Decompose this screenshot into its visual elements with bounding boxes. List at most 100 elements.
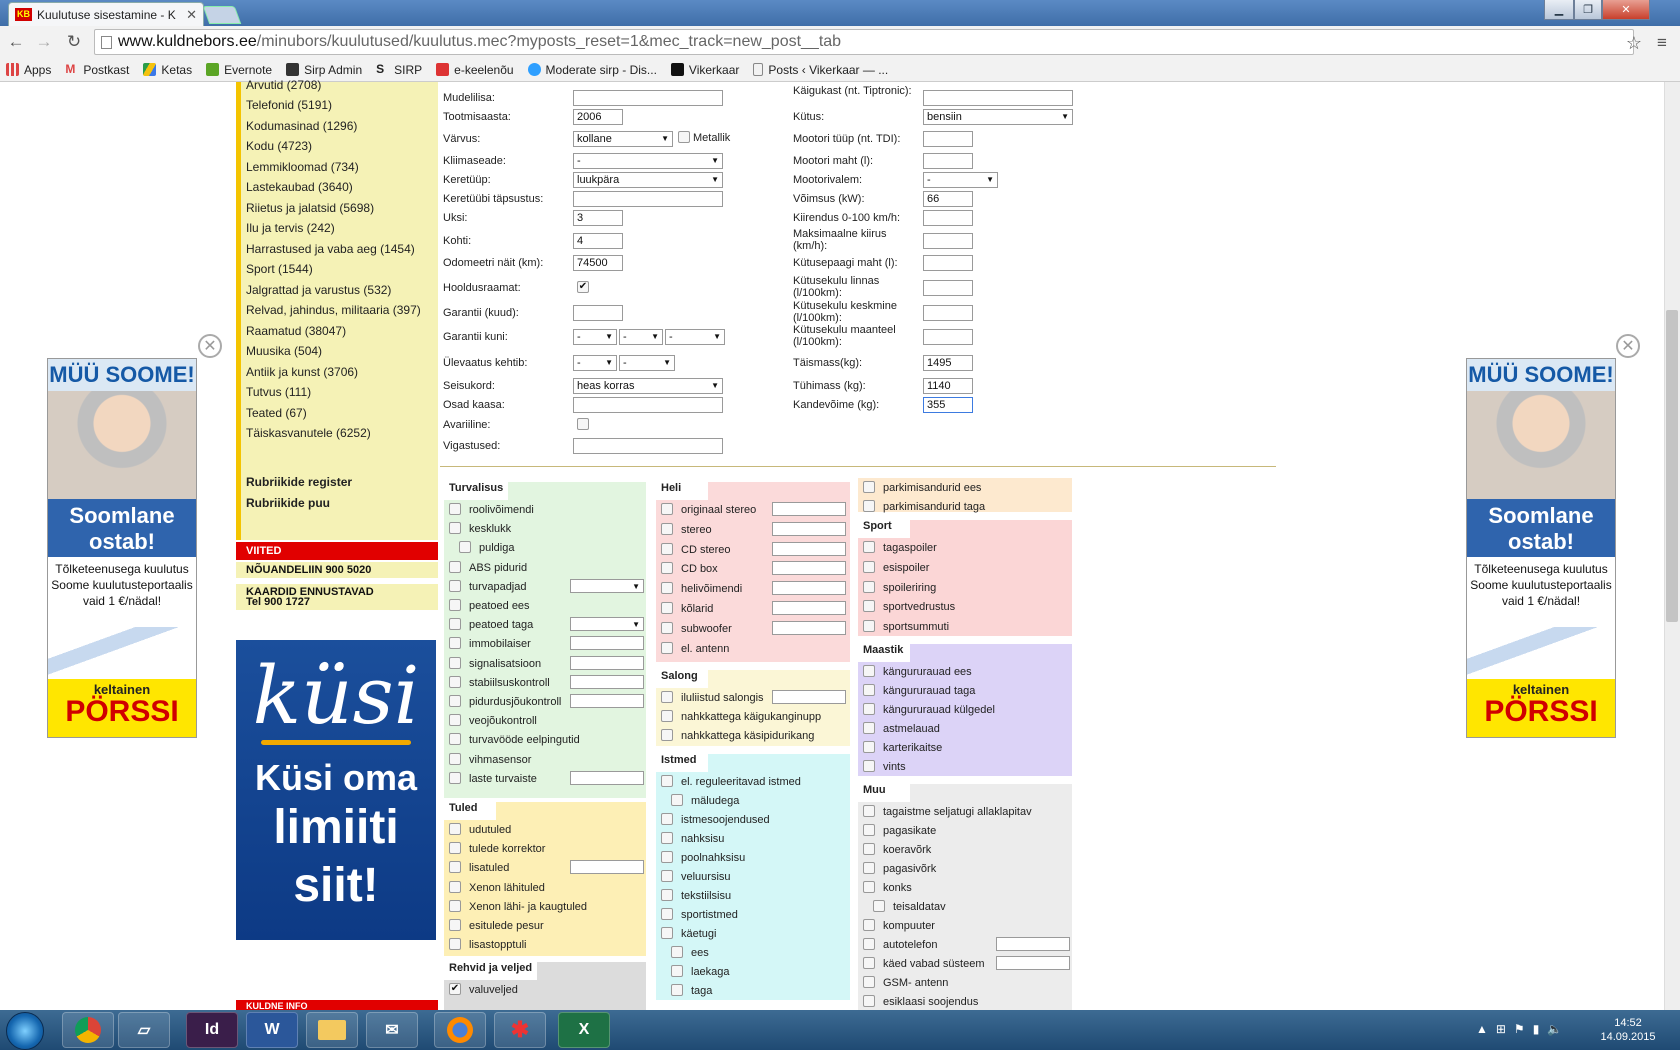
feature-checkbox-veluursisu[interactable] bbox=[661, 870, 673, 882]
mootori-tuup-nt-tdi-input[interactable] bbox=[923, 131, 973, 147]
bookmark-moderate-sirp[interactable]: Moderate sirp - Dis... bbox=[527, 63, 657, 77]
kutusekulu-keskmine-l-100km-input[interactable] bbox=[923, 305, 973, 321]
category-link-riietus-ja-jalatsid[interactable]: Riietus ja jalatsid (5698) bbox=[246, 201, 374, 215]
feature-input-pidurdusjoukontroll[interactable] bbox=[570, 694, 644, 708]
feature-checkbox-kangururauad-taga[interactable] bbox=[863, 684, 875, 696]
minimize-icon[interactable]: ▁ bbox=[1544, 0, 1574, 20]
close-tab-icon[interactable]: ✕ bbox=[186, 7, 197, 23]
feature-checkbox-tulede-korrektor[interactable] bbox=[449, 842, 461, 855]
feature-checkbox-originaal-stereo[interactable] bbox=[661, 503, 673, 515]
soome-ad-left[interactable]: MÜÜ SOOME! Soomlane ostab! Tõlketeenusega… bbox=[47, 358, 197, 738]
category-link-telefonid[interactable]: Telefonid (5191) bbox=[246, 98, 332, 112]
feature-checkbox-esitulede-pesur[interactable] bbox=[449, 919, 461, 931]
category-link-raamatud[interactable]: Raamatud (38047) bbox=[246, 324, 346, 338]
browser-tab[interactable]: KB Kuulutuse sisestamine - K ✕ bbox=[8, 2, 204, 26]
feature-checkbox-taga[interactable] bbox=[671, 984, 683, 996]
feature-input-kolarid[interactable] bbox=[772, 601, 846, 615]
feature-checkbox-tagaistme-seljatugi-allaklapitav[interactable] bbox=[863, 805, 875, 817]
feature-checkbox-pagasikate[interactable] bbox=[863, 824, 875, 836]
firefox-taskbar-icon[interactable] bbox=[434, 1012, 486, 1048]
feature-input-immobilaiser[interactable] bbox=[570, 636, 644, 651]
feature-checkbox-sportistmed[interactable] bbox=[661, 908, 673, 920]
bookmark-star-icon[interactable]: ☆ bbox=[1622, 31, 1646, 55]
feature-checkbox-esiklaasi-soojendus[interactable] bbox=[863, 995, 875, 1007]
feature-checkbox-cd-box[interactable] bbox=[661, 562, 673, 575]
kandevoime-kg-input[interactable]: 355 bbox=[923, 397, 973, 413]
feature-input-iluliistud-salongis[interactable] bbox=[772, 690, 846, 704]
mootorivalem-select[interactable]: - bbox=[923, 172, 998, 188]
category-link-kodumasinad[interactable]: Kodumasinad (1296) bbox=[246, 119, 357, 133]
feature-checkbox-tekstiilsisu[interactable] bbox=[661, 889, 673, 901]
feature-checkbox-sportsummuti[interactable] bbox=[863, 620, 875, 633]
bookmark-apps[interactable]: Apps bbox=[6, 63, 51, 77]
feature-checkbox-pidurdusjoukontroll[interactable] bbox=[449, 695, 461, 707]
feature-checkbox-subwoofer[interactable] bbox=[661, 621, 673, 634]
category-link-lemmikloomad[interactable]: Lemmikloomad (734) bbox=[246, 160, 359, 174]
feature-checkbox-stereo[interactable] bbox=[661, 522, 673, 535]
voimsus-kw-input[interactable]: 66 bbox=[923, 191, 973, 207]
feature-input-laste-turvaiste[interactable] bbox=[570, 770, 644, 785]
feature-checkbox-laekaga[interactable] bbox=[671, 965, 683, 977]
viited-link-nouandeliin[interactable]: NÕUANDELIIN 900 5020 bbox=[236, 562, 438, 578]
feature-checkbox-teisaldatav[interactable] bbox=[873, 900, 885, 912]
feature-checkbox-vints[interactable] bbox=[863, 760, 875, 772]
feature-input-lisatuled[interactable] bbox=[570, 860, 644, 875]
category-link-lastekaubad[interactable]: Lastekaubad (3640) bbox=[246, 180, 353, 194]
feature-select-peatoed-taga[interactable] bbox=[570, 617, 644, 632]
ulevaatus-kehtib-select-1[interactable]: - bbox=[573, 355, 617, 371]
feature-input-helivoimendi[interactable] bbox=[772, 581, 846, 596]
feature-checkbox-kaed-vabad-susteem[interactable] bbox=[863, 957, 875, 969]
indesign-taskbar-icon[interactable]: Id bbox=[186, 1012, 238, 1048]
kutusekulu-linnas-l-100km-input[interactable] bbox=[923, 280, 973, 296]
bookmark-postkast[interactable]: M Postkast bbox=[65, 63, 129, 77]
feature-input-stabiilsuskontroll[interactable] bbox=[570, 674, 644, 689]
forward-arrow-icon[interactable]: → bbox=[32, 30, 56, 54]
feature-checkbox-parkimisandurid-ees[interactable] bbox=[863, 481, 875, 493]
close-ad-right-icon[interactable]: ✕ bbox=[1616, 334, 1640, 358]
category-link-teated[interactable]: Teated (67) bbox=[246, 406, 307, 420]
feature-checkbox-vihmasensor[interactable] bbox=[449, 752, 461, 765]
feature-checkbox-stabiilsuskontroll[interactable] bbox=[449, 675, 461, 688]
feature-input-signalisatsioon[interactable] bbox=[570, 655, 644, 670]
feature-checkbox-el-antenn[interactable] bbox=[661, 641, 673, 654]
close-window-icon[interactable]: ✕ bbox=[1602, 0, 1650, 20]
garantii-kuni-select-2[interactable]: - bbox=[619, 329, 663, 345]
metallik-checkbox[interactable] bbox=[678, 131, 690, 143]
mudelilisa-input[interactable] bbox=[573, 90, 723, 106]
feature-checkbox-karterikaitse[interactable] bbox=[863, 741, 875, 753]
vigastused-input[interactable] bbox=[573, 438, 723, 454]
keretuubi-tapsustus-input[interactable] bbox=[573, 191, 723, 207]
category-link-taiskasvanutele[interactable]: Täiskasvanutele (6252) bbox=[246, 426, 371, 440]
avariiline-checkbox[interactable] bbox=[577, 418, 589, 430]
category-link-muusika[interactable]: Muusika (504) bbox=[246, 344, 322, 358]
word-taskbar-icon[interactable]: W bbox=[246, 1012, 298, 1048]
bookmark-evernote[interactable]: Evernote bbox=[206, 63, 272, 77]
notepad-taskbar-icon[interactable]: ▱ bbox=[118, 1012, 170, 1048]
feature-checkbox-poolnahksisu[interactable] bbox=[661, 851, 673, 863]
feature-checkbox-helivoimendi[interactable] bbox=[661, 582, 673, 595]
feature-checkbox-sportvedrustus[interactable] bbox=[863, 600, 875, 613]
category-link-sport[interactable]: Sport (1544) bbox=[246, 262, 313, 276]
feature-input-cd-stereo[interactable] bbox=[772, 541, 846, 556]
feature-checkbox-kesklukk[interactable] bbox=[449, 522, 461, 535]
varvus-select[interactable]: kollane bbox=[573, 131, 673, 147]
feature-input-autotelefon[interactable] bbox=[996, 937, 1070, 951]
feature-checkbox-istmesoojendused[interactable] bbox=[661, 813, 673, 825]
start-button[interactable] bbox=[6, 1012, 44, 1050]
feature-checkbox-gsm-antenn[interactable] bbox=[863, 976, 875, 988]
feature-checkbox-nahkkattega-kaigukanginupp[interactable] bbox=[661, 710, 673, 722]
bookmark-posts-vikerkaar[interactable]: Posts ‹ Vikerkaar — ... bbox=[753, 63, 888, 77]
category-link-relvad-jahindus-militaaria[interactable]: Relvad, jahindus, militaaria (397) bbox=[246, 303, 421, 317]
tuhimass-kg-input[interactable]: 1140 bbox=[923, 378, 973, 394]
kutus-select[interactable]: bensiin bbox=[923, 109, 1073, 125]
feature-checkbox-cd-stereo[interactable] bbox=[661, 542, 673, 555]
soome-ad-right[interactable]: MÜÜ SOOME! Soomlane ostab! Tõlketeenusega… bbox=[1466, 358, 1616, 738]
kusi-ad-banner[interactable]: küsi Küsi oma limiiti siit! bbox=[236, 640, 436, 940]
category-link-ilu-ja-tervis[interactable]: Ilu ja tervis (242) bbox=[246, 221, 335, 235]
garantii-kuni-select-1[interactable]: - bbox=[573, 329, 617, 345]
close-ad-left-icon[interactable]: ✕ bbox=[198, 334, 222, 358]
scrollbar-thumb[interactable] bbox=[1666, 310, 1678, 622]
feature-select-turvapadjad[interactable] bbox=[570, 578, 644, 594]
mootori-maht-l-input[interactable] bbox=[923, 153, 973, 169]
feature-checkbox-laste-turvaiste[interactable] bbox=[449, 771, 461, 784]
